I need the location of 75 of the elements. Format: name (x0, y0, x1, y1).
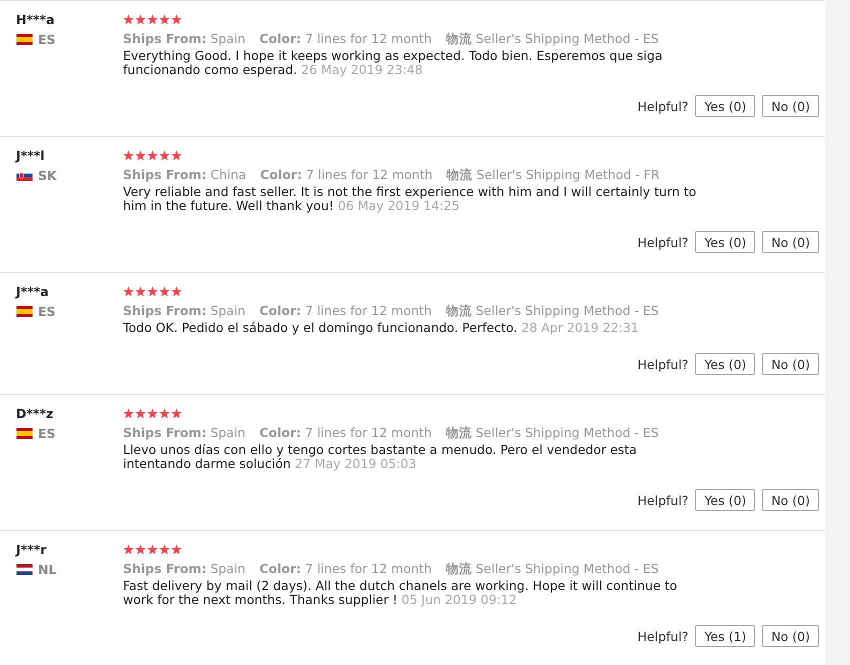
star-icon (147, 14, 158, 24)
star-icon (135, 408, 146, 418)
logistics: 物流 Seller's Shipping Method - FR (446, 166, 660, 184)
star-icon (123, 286, 134, 296)
star-icon (171, 286, 182, 296)
spain-flag-icon (16, 306, 33, 317)
reviewer-name: H***a (16, 11, 56, 29)
star-icon (147, 286, 158, 296)
star-icon (171, 544, 182, 554)
star-icon (123, 150, 134, 160)
star-icon (147, 150, 158, 160)
star-icon (171, 14, 182, 24)
country-code: ES (38, 426, 56, 441)
star-icon (159, 408, 170, 418)
logistics: 物流 Seller's Shipping Method - ES (446, 424, 659, 442)
yes-button[interactable]: Yes (1) (695, 625, 756, 647)
review-text: Very reliable and fast seller. It is not the first experience with him and I will certainly turn to him in the future. Well thank you! 06 May 2019 14:25 (123, 185, 698, 213)
no-button[interactable]: No (0) (762, 353, 819, 375)
star-icon (159, 14, 170, 24)
color-option: Color: 7 lines for 12 month (259, 301, 432, 321)
no-button[interactable]: No (0) (762, 489, 819, 511)
ships-from: Ships From: Spain (123, 424, 246, 442)
no-button[interactable]: No (0) (762, 231, 819, 253)
reviewer-name: D***z (16, 405, 54, 423)
helpful-label: Helpful? (638, 492, 688, 508)
country-code: ES (38, 32, 56, 47)
logistics: 物流 Seller's Shipping Method - ES (446, 560, 659, 578)
yes-button[interactable]: Yes (0) (695, 489, 756, 511)
star-icon (147, 408, 158, 418)
yes-button[interactable]: Yes (0) (695, 353, 756, 375)
star-icon (135, 544, 146, 554)
reviewer-name: J***a (16, 283, 50, 301)
ships-from: Ships From: Spain (123, 302, 246, 320)
star-icon (135, 14, 146, 24)
slovakia-flag-icon (16, 170, 33, 181)
no-button[interactable]: No (0) (762, 95, 819, 117)
no-button[interactable]: No (0) (762, 625, 819, 647)
star-icon (159, 150, 170, 160)
review-text: Todo OK. Pedido el sábado y el domingo funcionando. Perfecto. 28 Apr 2019 22:31 (123, 321, 640, 335)
review-text: Llevo unos días con ello y tengo cortes bastante a menudo. Pero el vendedor esta intentando darme solución 27 May 2019 05:03 (123, 443, 638, 471)
star-icon (123, 544, 134, 554)
star-icon (171, 150, 182, 160)
color-option: Color: 7 lines for 12 month (259, 559, 432, 579)
color-option: Color: 7 lines for 12 month (259, 423, 432, 443)
ships-from: Ships From: Spain (123, 30, 246, 48)
reviewer-name: J***l (16, 147, 46, 165)
star-icon (171, 408, 182, 418)
helpful-label: Helpful? (638, 98, 688, 114)
star-icon (135, 150, 146, 160)
star-icon (147, 544, 158, 554)
helpful-label: Helpful? (638, 356, 688, 372)
star-icon (123, 408, 134, 418)
helpful-label: Helpful? (638, 628, 688, 644)
color-option: Color: 7 lines for 12 month (260, 165, 433, 185)
yes-button[interactable]: Yes (0) (695, 95, 756, 117)
spain-flag-icon (16, 428, 33, 439)
yes-button[interactable]: Yes (0) (695, 231, 756, 253)
star-icon (123, 14, 134, 24)
star-icon (135, 286, 146, 296)
helpful-label: Helpful? (638, 234, 688, 250)
country-code: SK (38, 168, 57, 183)
ships-from: Ships From: Spain (123, 560, 246, 578)
country-code: ES (38, 304, 56, 319)
spain-flag-icon (16, 34, 33, 45)
color-option: Color: 7 lines for 12 month (259, 29, 432, 49)
logistics: 物流 Seller's Shipping Method - ES (446, 30, 659, 48)
logistics: 物流 Seller's Shipping Method - ES (446, 302, 659, 320)
star-icon (159, 286, 170, 296)
country-code: NL (38, 562, 56, 577)
netherlands-flag-icon (16, 564, 33, 575)
reviewer-name: J***r (16, 541, 48, 559)
review-text: Fast delivery by mail (2 days). All the dutch chanels are working. Hope it will continue to work for the next months. Thanks supplier ! 05 Jun 2019 09:12 (123, 579, 678, 607)
ships-from: Ships From: China (123, 166, 246, 184)
star-icon (159, 544, 170, 554)
review-text: Everything Good. I hope it keeps working as expected. Todo bien. Esperemos que siga funcionando como esperad. 26 May 2019 23:48 (123, 49, 664, 77)
